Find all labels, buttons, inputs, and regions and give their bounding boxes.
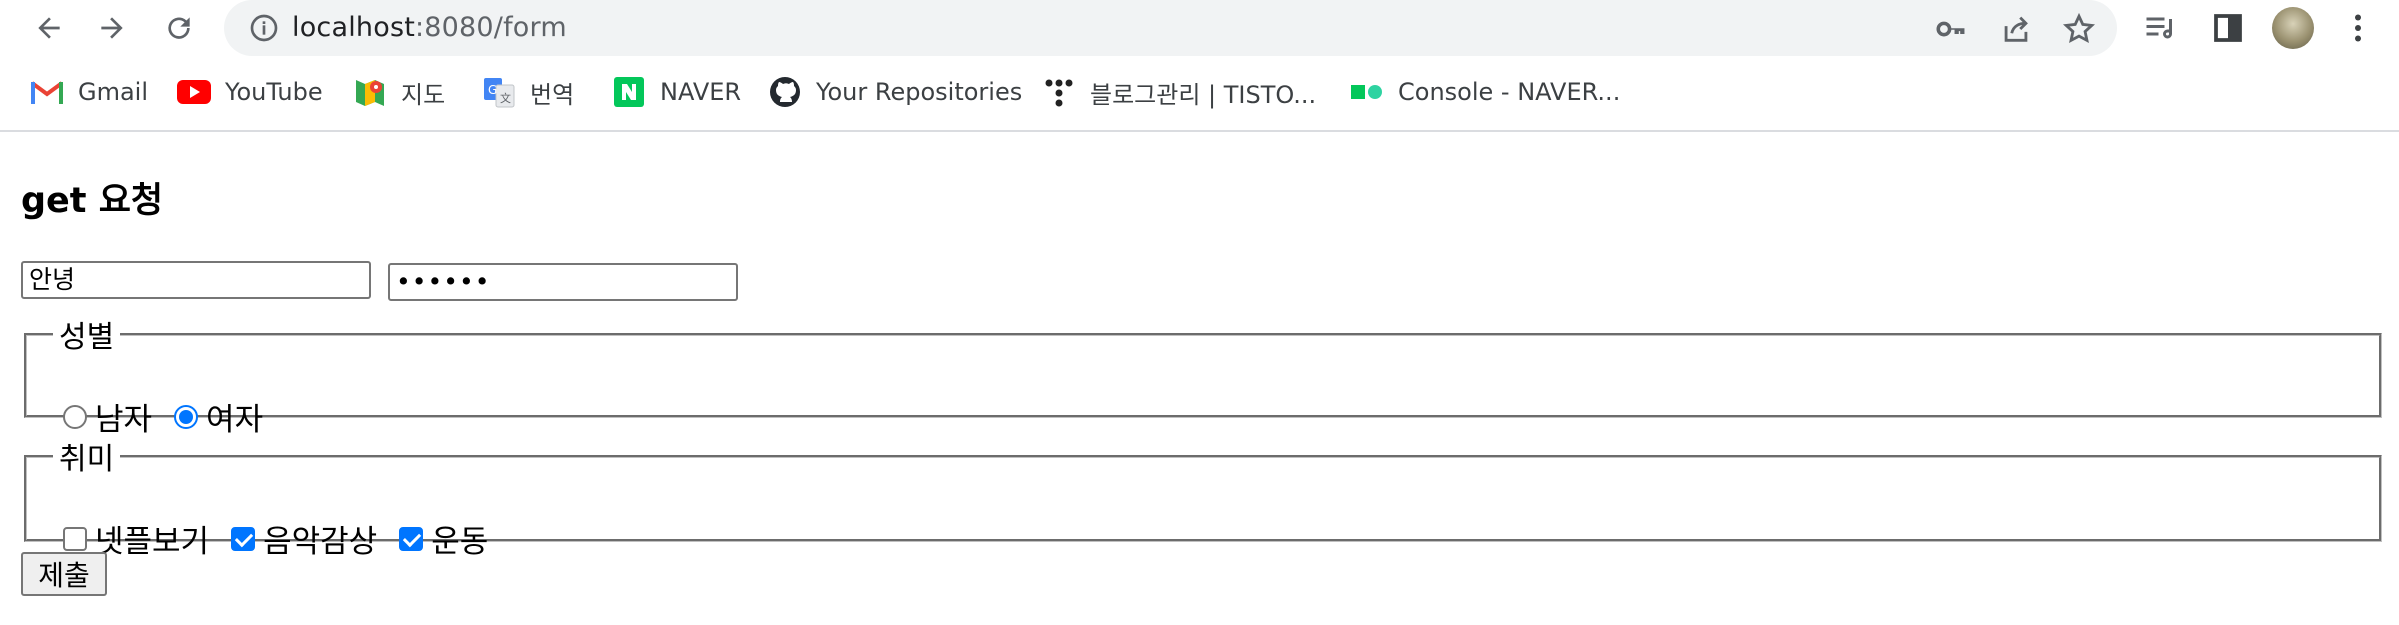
back-button[interactable] — [29, 8, 69, 48]
bookmark-gmail[interactable]: Gmail — [30, 74, 148, 110]
bookmarks-bar: Gmail YouTube 지도 G文 번역 NAVER Your Reposi… — [0, 56, 2399, 132]
name-input[interactable]: 안녕 — [21, 261, 371, 299]
bookmark-star-icon[interactable] — [2062, 12, 2096, 46]
naver-cloud-icon — [1350, 75, 1384, 109]
bookmark-naver[interactable]: NAVER — [612, 74, 741, 110]
back-arrow-icon — [38, 17, 60, 39]
forward-button[interactable] — [92, 8, 132, 48]
bookmark-label: 지도 — [401, 80, 446, 109]
bookmark-youtube[interactable]: YouTube — [177, 74, 323, 110]
hobby-music-checkbox[interactable] — [231, 526, 256, 551]
bookmark-label: Console - NAVER... — [1398, 78, 1621, 106]
gender-options: 남자 여자 — [63, 394, 285, 439]
page-title: get 요청 — [21, 181, 164, 221]
browser-toolbar: localhost:8080/form — [0, 0, 2399, 56]
github-icon — [768, 75, 802, 109]
hobby-netflix-checkbox[interactable] — [63, 526, 87, 551]
gender-male-label: 남자 — [95, 402, 153, 438]
side-panel-icon[interactable] — [2210, 10, 2246, 46]
media-queue-icon[interactable] — [2142, 10, 2178, 46]
reload-icon — [168, 17, 190, 39]
gender-legend: 성별 — [59, 320, 115, 355]
maps-icon — [353, 75, 387, 109]
forward-arrow-icon — [101, 17, 123, 39]
hobby-exercise-label: 운동 — [431, 524, 489, 560]
password-input[interactable]: •••••• — [388, 263, 738, 301]
gmail-icon — [30, 75, 64, 109]
youtube-icon — [177, 75, 211, 109]
browser-window: localhost:8080/form Gmail YouTube 지도 G 文… — [0, 0, 2399, 625]
share-icon[interactable] — [1999, 12, 2033, 46]
bookmark-label: Your Repositories — [816, 78, 1023, 106]
bookmark-label: YouTube — [225, 78, 323, 106]
bookmark-label: 번역 — [530, 80, 575, 109]
gender-female-label: 여자 — [206, 402, 264, 438]
gender-male-radio[interactable] — [63, 404, 87, 429]
bookmark-translate[interactable]: G文 번역 — [482, 74, 574, 110]
svg-text:文: 文 — [500, 91, 511, 105]
bookmark-github[interactable]: Your Repositories — [768, 74, 1022, 110]
hobby-netflix-label: 넷플보기 — [95, 524, 210, 560]
tistory-icon — [1042, 75, 1076, 109]
hobby-exercise-checkbox[interactable] — [399, 526, 424, 551]
password-key-icon[interactable] — [1934, 12, 1968, 46]
gender-fieldset: 성별 남자 여자 — [24, 312, 2382, 438]
url-host: localhost — [292, 12, 415, 43]
hobby-fieldset: 취미 넷플보기 음악감상 운동 — [24, 434, 2382, 560]
url-path: :8080/form — [415, 12, 567, 43]
gender-female-radio[interactable] — [174, 404, 199, 429]
site-info-icon[interactable] — [248, 12, 280, 44]
hobby-music-label: 음악감상 — [263, 524, 378, 560]
svg-text:G: G — [488, 83, 497, 97]
address-url[interactable]: localhost:8080/form — [292, 12, 567, 44]
bookmark-maps[interactable]: 지도 — [353, 74, 445, 110]
naver-icon — [612, 75, 646, 109]
bookmark-tistory[interactable]: 블로그관리 | TISTO... — [1042, 74, 1316, 110]
more-menu-icon[interactable] — [2340, 10, 2376, 46]
translate-icon: G文 — [482, 75, 516, 109]
bookmark-label: Gmail — [78, 78, 149, 106]
hobby-options: 넷플보기 음악감상 운동 — [63, 516, 510, 561]
profile-avatar[interactable] — [2272, 7, 2314, 49]
reload-button[interactable] — [159, 8, 199, 48]
bookmark-naver-console[interactable]: Console - NAVER... — [1350, 74, 1620, 110]
page-content: get 요청 안녕 •••••• 성별 남자 여자 취미 넷플보기 음악감상 운… — [0, 132, 2399, 625]
bookmark-label: NAVER — [660, 78, 742, 106]
submit-button[interactable]: 제출 — [21, 552, 107, 596]
hobby-legend: 취미 — [59, 442, 115, 477]
address-bar[interactable]: localhost:8080/form — [224, 0, 2117, 56]
bookmark-label: 블로그관리 | TISTO... — [1090, 80, 1317, 109]
